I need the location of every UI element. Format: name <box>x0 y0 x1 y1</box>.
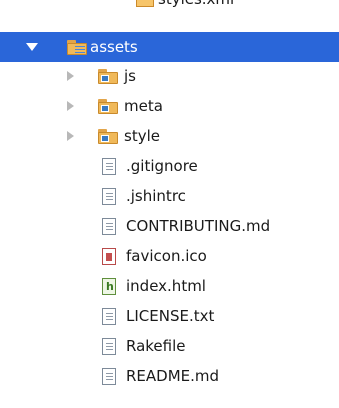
text-file-icon <box>102 218 116 235</box>
text-file-icon <box>102 308 116 325</box>
text-file-icon <box>102 158 116 175</box>
tree-item-label: assets <box>90 38 138 56</box>
text-file-icon <box>102 368 116 385</box>
tree-item-file[interactable]: README.md <box>0 361 339 391</box>
tree-item-label: index.html <box>126 277 206 295</box>
tree-item-file[interactable]: Rakefile <box>0 331 339 361</box>
collapse-arrow-icon[interactable] <box>67 101 74 111</box>
collapse-arrow-icon[interactable] <box>67 131 74 141</box>
tree-item-label: README.md <box>126 367 220 385</box>
tree-item-label: Rakefile <box>126 337 186 355</box>
tree-item-file[interactable]: favicon.ico <box>0 241 339 271</box>
folder-icon <box>98 129 118 144</box>
tree-item-label: .jshintrc <box>126 187 186 205</box>
tree-item-file[interactable]: h index.html <box>0 271 339 301</box>
tree-item-label: style <box>124 127 160 145</box>
tree-item-label: meta <box>124 97 163 115</box>
tree-item-label: js <box>124 67 136 85</box>
project-tree: styles.xml assets js meta style .gitigno… <box>0 0 339 408</box>
tree-item-folder[interactable]: meta <box>0 91 339 121</box>
expand-arrow-icon[interactable] <box>26 43 38 51</box>
text-file-icon <box>102 188 116 205</box>
tree-item-label: .gitignore <box>126 157 198 175</box>
tree-item-file[interactable]: .jshintrc <box>0 181 339 211</box>
tree-item-folder[interactable]: js <box>0 61 339 91</box>
tree-item-styles-xml[interactable]: styles.xml <box>0 0 339 14</box>
tree-item-label: favicon.ico <box>126 247 207 265</box>
tree-item-file[interactable]: .gitignore <box>0 151 339 181</box>
tree-item-file[interactable]: CONTRIBUTING.md <box>0 211 339 241</box>
tree-item-label: LICENSE.txt <box>126 307 215 325</box>
folder-icon <box>98 69 118 84</box>
tree-item-label: CONTRIBUTING.md <box>126 217 271 235</box>
text-file-icon <box>102 338 116 355</box>
tree-item-folder[interactable]: style <box>0 121 339 151</box>
folder-icon <box>98 99 118 114</box>
project-folder-icon <box>67 40 87 55</box>
tree-item-label: styles.xml <box>158 0 234 14</box>
tree-item-file[interactable]: LICENSE.txt <box>0 301 339 331</box>
html-file-icon: h <box>102 278 116 295</box>
tree-item-assets[interactable]: assets <box>0 32 339 62</box>
xml-file-icon <box>136 0 154 7</box>
collapse-arrow-icon[interactable] <box>67 71 74 81</box>
image-file-icon <box>102 248 116 265</box>
